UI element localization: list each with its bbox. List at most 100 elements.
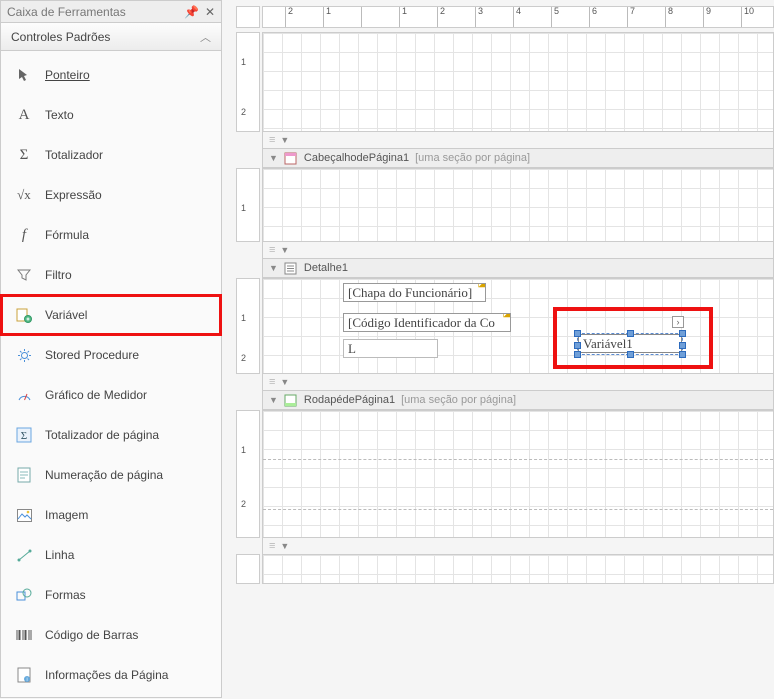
tool-barcode[interactable]: Código de Barras (1, 615, 221, 655)
triangle-down-icon: ▼ (269, 153, 278, 163)
tool-gauge[interactable]: Gráfico de Medidor (1, 375, 221, 415)
toolbox-category-header[interactable]: Controles Padrões ︿ (1, 23, 221, 51)
svg-text:Σ: Σ (21, 430, 27, 442)
collapse-icon[interactable]: ▼ (280, 377, 289, 387)
tool-text[interactable]: A Texto (1, 95, 221, 135)
tool-variable[interactable]: Variável (1, 295, 221, 335)
close-icon[interactable]: ✕ (205, 5, 215, 19)
tool-shapes[interactable]: Formas (1, 575, 221, 615)
gear-icon (15, 348, 33, 363)
ruler-corner (236, 6, 260, 28)
toolbox-title-bar: Caixa de Ferramentas 📌 ✕ (1, 1, 221, 23)
horizontal-ruler[interactable] (262, 6, 774, 28)
vertical-ruler-detail[interactable]: 1 2 (236, 278, 260, 374)
gauge-icon (15, 388, 33, 403)
sigma-icon: Σ (15, 147, 33, 164)
grip-icon[interactable]: ≡ (269, 244, 274, 256)
variable-icon (15, 307, 33, 323)
margin-bottom-area[interactable] (262, 554, 774, 584)
tool-page-info[interactable]: i Informações da Página (1, 655, 221, 695)
vertical-ruler-header[interactable]: 1 (236, 168, 260, 242)
toolbox-title: Caixa de Ferramentas (7, 5, 126, 19)
tool-label: Linha (45, 548, 74, 562)
vertical-ruler-bottom[interactable] (236, 554, 260, 584)
page-info-icon: i (15, 667, 33, 683)
section-header-body[interactable] (262, 168, 774, 242)
triangle-down-icon: ▼ (269, 263, 278, 273)
triangle-down-icon: ▼ (269, 395, 278, 405)
smart-tag-icon[interactable]: ◪ (503, 313, 511, 319)
tool-label: Stored Procedure (45, 348, 139, 362)
tool-page-totalizer[interactable]: Σ Totalizador de página (1, 415, 221, 455)
grip-icon[interactable]: ≡ (269, 376, 274, 388)
chevron-up-icon: ︿ (200, 29, 211, 45)
collapse-icon[interactable]: ▼ (280, 541, 289, 551)
tool-filter[interactable]: Filtro (1, 255, 221, 295)
annotation-highlight (553, 307, 713, 369)
margin-top-area[interactable] (262, 32, 774, 132)
page-header-icon (284, 151, 298, 165)
barcode-icon (15, 629, 33, 641)
grip-icon[interactable]: ≡ (269, 134, 274, 146)
field-l[interactable]: L (343, 339, 438, 358)
section-footer-bar[interactable]: ▼ RodapédePágina1 [uma seção por página] (262, 390, 774, 410)
toolbox-panel: Caixa de Ferramentas 📌 ✕ Controles Padrõ… (0, 0, 222, 698)
vertical-ruler-top[interactable]: 1 2 (236, 32, 260, 132)
tool-label: Totalizador de página (45, 428, 159, 442)
toolbox-category-label: Controles Padrões (11, 30, 110, 44)
section-detail-body[interactable]: [Chapa do Funcionário] ◪ [Código Identif… (262, 278, 774, 374)
tool-stored-procedure[interactable]: Stored Procedure (1, 335, 221, 375)
tool-label: Informações da Página (45, 668, 168, 682)
page-number-icon (15, 467, 33, 483)
tool-label: Ponteiro (45, 68, 90, 82)
tool-label: Expressão (45, 188, 102, 202)
pin-icon[interactable]: 📌 (184, 5, 199, 19)
tool-label: Formas (45, 588, 86, 602)
smart-tag-icon[interactable]: ◪ (478, 283, 486, 289)
tool-image[interactable]: Imagem (1, 495, 221, 535)
tool-label: Fórmula (45, 228, 89, 242)
image-icon (15, 509, 33, 522)
section-footer-body[interactable] (262, 410, 774, 538)
tool-label: Totalizador (45, 148, 103, 162)
sqrt-icon: √x (15, 187, 33, 203)
tool-label: Código de Barras (45, 628, 138, 642)
section-name: Detalhe1 (304, 262, 348, 274)
tool-label: Texto (45, 108, 74, 122)
field-text: L (348, 341, 356, 356)
vertical-ruler-footer[interactable]: 1 2 (236, 410, 260, 538)
collapse-icon[interactable]: ▼ (280, 245, 289, 255)
tool-expression[interactable]: √x Expressão (1, 175, 221, 215)
tool-totalizer[interactable]: Σ Totalizador (1, 135, 221, 175)
collapse-icon[interactable]: ▼ (280, 135, 289, 145)
field-text: [Chapa do Funcionário] (348, 285, 472, 300)
tool-label: Filtro (45, 268, 72, 282)
section-hint: [uma seção por página] (401, 394, 516, 406)
text-icon: A (15, 107, 33, 124)
section-hint: [uma seção por página] (415, 152, 530, 164)
page-sigma-icon: Σ (15, 427, 33, 443)
grip-icon[interactable]: ≡ (269, 540, 274, 552)
section-detail-bar[interactable]: ▼ Detalhe1 (262, 258, 774, 278)
tool-formula[interactable]: f Fórmula (1, 215, 221, 255)
field-codigo[interactable]: [Código Identificador da Co ◪ (343, 313, 511, 332)
section-name: CabeçalhodePágina1 (304, 152, 409, 164)
tool-pointer[interactable]: Ponteiro (1, 55, 221, 95)
filter-icon (15, 268, 33, 282)
tool-label: Numeração de página (45, 468, 163, 482)
pointer-icon (15, 68, 33, 82)
tool-page-number[interactable]: Numeração de página (1, 455, 221, 495)
formula-icon: f (15, 227, 33, 244)
shapes-icon (15, 588, 33, 602)
section-header-bar[interactable]: ▼ CabeçalhodePágina1 [uma seção por pági… (262, 148, 774, 168)
toolbox-list: Ponteiro A Texto Σ Totalizador √x Expres… (1, 51, 221, 699)
page-footer-icon (284, 393, 298, 407)
line-icon (15, 548, 33, 563)
tool-label: Variável (45, 308, 87, 322)
field-text: [Código Identificador da Co (348, 315, 495, 330)
section-name: RodapédePágina1 (304, 394, 395, 406)
field-chapa[interactable]: [Chapa do Funcionário] ◪ (343, 283, 486, 302)
tool-label: Gráfico de Medidor (45, 388, 147, 402)
design-canvas: 1 2 ≡ ▼ ▼ CabeçalhodePágina1 [uma seção … (222, 0, 774, 698)
tool-line[interactable]: Linha (1, 535, 221, 575)
